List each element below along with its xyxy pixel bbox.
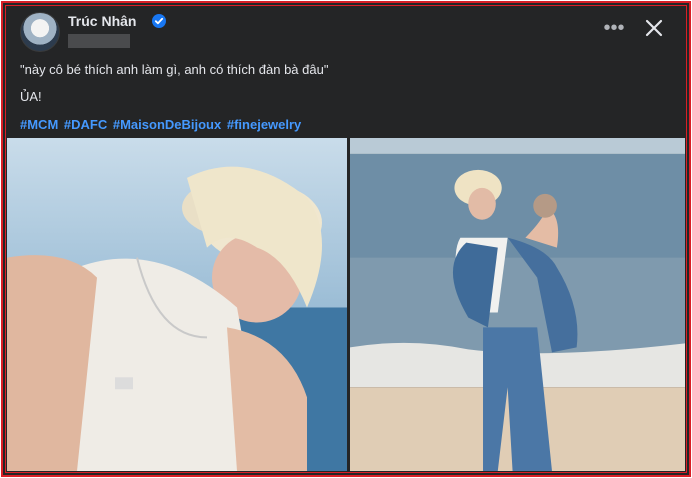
hashtag-link[interactable]: #MaisonDeBijoux xyxy=(113,117,221,132)
author-name[interactable]: Trúc Nhân xyxy=(68,13,136,29)
hashtag-link[interactable]: #MCM xyxy=(20,117,58,132)
more-options-icon: ••• xyxy=(603,17,625,39)
post-meta-redacted xyxy=(68,34,130,48)
photo-grid xyxy=(7,138,685,471)
close-icon[interactable] xyxy=(642,16,666,40)
verified-badge-icon xyxy=(152,14,166,28)
post-line: ỦA! xyxy=(20,89,42,104)
hashtag-list: #MCM #DAFC #MaisonDeBijoux #finejewelry xyxy=(20,115,672,135)
photo-beach[interactable] xyxy=(350,138,685,471)
post-text: "này cô bé thích anh làm gì, anh có thíc… xyxy=(20,60,672,135)
post-card: Trúc Nhân ••• "này cô bé thích anh làm g… xyxy=(5,5,687,473)
photo-closeup-image xyxy=(7,138,347,471)
hashtag-link[interactable]: #DAFC xyxy=(64,117,107,132)
post-frame: Trúc Nhân ••• "này cô bé thích anh làm g… xyxy=(1,1,691,477)
photo-beach-image xyxy=(350,138,685,471)
author-avatar[interactable] xyxy=(20,12,60,52)
more-options-button[interactable]: ••• xyxy=(602,18,626,42)
post-header: Trúc Nhân ••• xyxy=(20,12,676,52)
photo-closeup[interactable] xyxy=(7,138,347,471)
hashtag-link[interactable]: #finejewelry xyxy=(227,117,301,132)
post-line: "này cô bé thích anh làm gì, anh có thíc… xyxy=(20,62,329,77)
